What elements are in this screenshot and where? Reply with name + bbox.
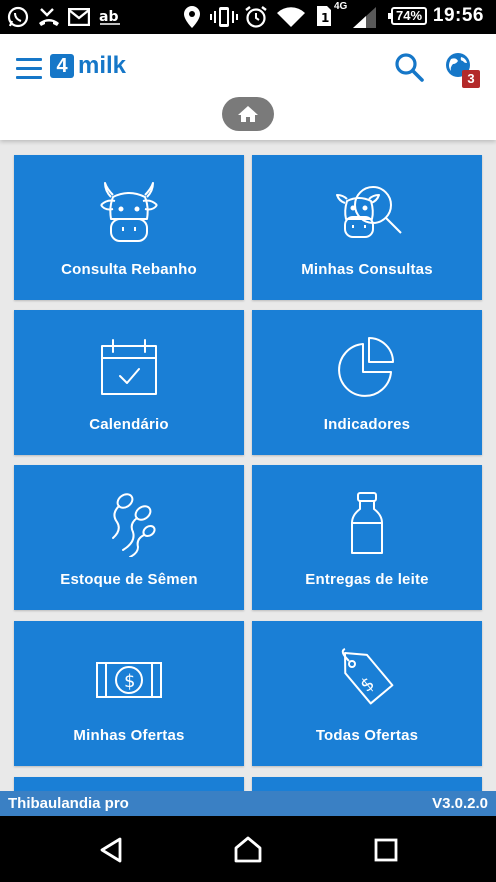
tile-estoque-semen[interactable]: Estoque de Sêmen bbox=[14, 465, 244, 610]
tile-label: Minhas Ofertas bbox=[73, 727, 185, 744]
app-header: 4 milk 3 bbox=[0, 34, 496, 140]
menu-grid: Consulta Rebanho Minhas Consultas Calend… bbox=[0, 145, 496, 791]
calendar-check-icon bbox=[101, 339, 157, 395]
svg-text:1: 1 bbox=[321, 11, 329, 25]
svg-text:ab: ab bbox=[99, 9, 118, 25]
system-nav-bar bbox=[0, 816, 496, 882]
battery-indicator: 74% bbox=[388, 7, 427, 25]
home-icon bbox=[238, 106, 258, 122]
app-notification-icon: ab bbox=[99, 9, 120, 25]
footer-bar: Thibaulandia pro V3.0.2.0 bbox=[0, 791, 496, 816]
network-type-label: 4G bbox=[334, 1, 348, 12]
tile-calendario[interactable]: Calendário bbox=[14, 310, 244, 455]
milk-bottle-icon bbox=[351, 492, 383, 554]
svg-text:$: $ bbox=[124, 671, 135, 692]
back-icon[interactable] bbox=[98, 836, 124, 864]
tile-partial-left[interactable] bbox=[14, 777, 244, 791]
tile-consulta-rebanho[interactable]: Consulta Rebanho bbox=[14, 155, 244, 300]
vibrate-icon bbox=[210, 7, 238, 27]
tile-label: Entregas de leite bbox=[305, 571, 429, 588]
price-tag-icon: $ bbox=[341, 648, 394, 705]
clock: 19:56 bbox=[432, 5, 484, 26]
location-icon bbox=[184, 6, 200, 28]
sim-icon: 1 bbox=[317, 6, 331, 26]
tile-label: Consulta Rebanho bbox=[61, 261, 197, 278]
signal-icon bbox=[353, 7, 376, 28]
status-bar: ab 1 4G 74% 19:56 bbox=[0, 0, 496, 34]
tile-partial-right[interactable] bbox=[252, 777, 482, 791]
svg-text:$: $ bbox=[356, 673, 378, 696]
search-icon[interactable] bbox=[394, 52, 424, 82]
whatsapp-icon bbox=[7, 6, 29, 28]
tile-todas-ofertas[interactable]: $ Todas Ofertas bbox=[252, 621, 482, 766]
cow-search-icon bbox=[336, 186, 402, 238]
pie-chart-icon bbox=[338, 337, 394, 397]
alarm-icon bbox=[245, 6, 267, 28]
app-version: V3.0.2.0 bbox=[432, 795, 488, 812]
logo-text: milk bbox=[78, 52, 127, 79]
tile-label: Minhas Consultas bbox=[301, 261, 433, 278]
missed-call-icon bbox=[39, 8, 59, 26]
logo-mark: 4 bbox=[50, 54, 74, 78]
tile-label: Calendário bbox=[89, 416, 169, 433]
home-nav-icon[interactable] bbox=[233, 835, 263, 863]
semen-icon bbox=[112, 493, 156, 557]
wifi-icon bbox=[277, 7, 305, 27]
tile-label: Indicadores bbox=[323, 416, 411, 433]
tile-label: Estoque de Sêmen bbox=[60, 571, 198, 588]
notification-badge: 3 bbox=[462, 70, 480, 88]
money-bill-icon: $ bbox=[96, 662, 162, 698]
menu-icon[interactable] bbox=[16, 58, 42, 79]
tile-indicadores[interactable]: Indicadores bbox=[252, 310, 482, 455]
tile-minhas-consultas[interactable]: Minhas Consultas bbox=[252, 155, 482, 300]
tile-label: Todas Ofertas bbox=[315, 727, 419, 744]
cow-head-icon bbox=[100, 182, 158, 242]
recents-icon[interactable] bbox=[374, 838, 398, 862]
tile-minhas-ofertas[interactable]: $ Minhas Ofertas bbox=[14, 621, 244, 766]
mail-icon bbox=[68, 8, 90, 26]
home-button[interactable] bbox=[222, 97, 274, 131]
farm-name: Thibaulandia pro bbox=[8, 795, 129, 812]
tile-entregas-leite[interactable]: Entregas de leite bbox=[252, 465, 482, 610]
